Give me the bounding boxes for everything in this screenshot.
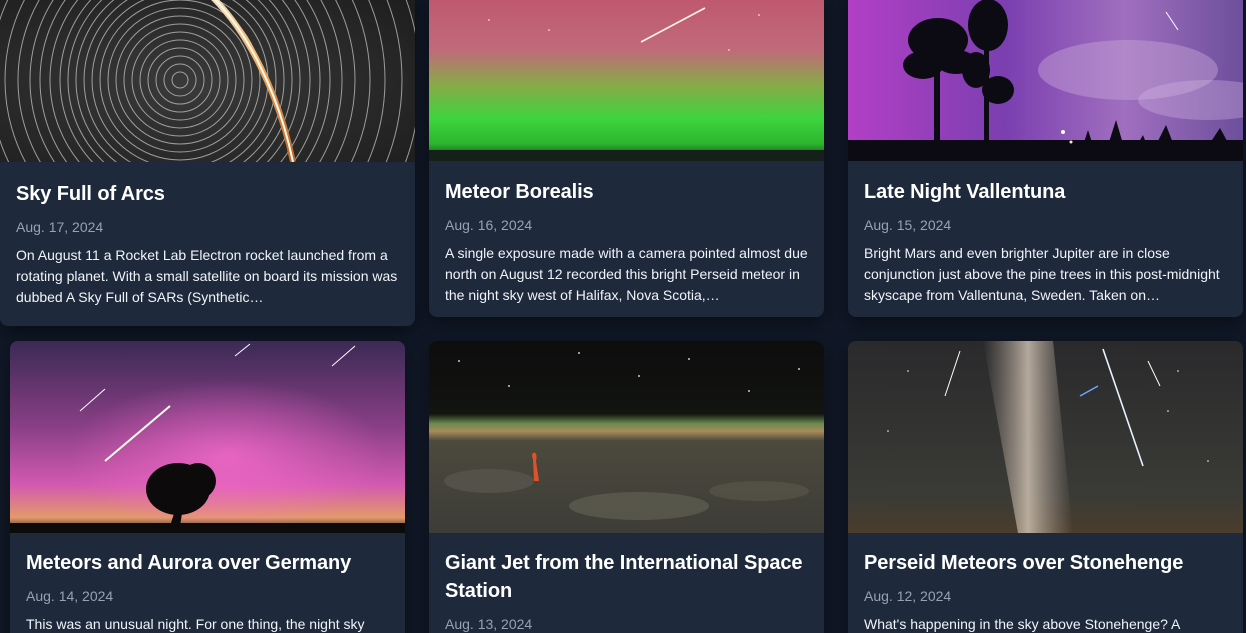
card-date: Aug. 15, 2024 (864, 217, 952, 233)
apod-gallery: Sky Full of Arcs Aug. 17, 2024 On August… (0, 0, 1246, 633)
card-description: On August 11 a Rocket Lab Electron rocke… (16, 247, 398, 305)
pine-silhouette-night-image[interactable] (848, 0, 1243, 161)
gallery-card[interactable]: Perseid Meteors over Stonehenge Aug. 12,… (848, 341, 1243, 633)
card-date: Aug. 13, 2024 (445, 616, 533, 632)
card-description: Bright Mars and even brighter Jupiter ar… (864, 245, 1220, 303)
card-date: Aug. 17, 2024 (16, 219, 104, 235)
card-description: This was an unusual night. For one thing… (26, 616, 365, 632)
card-title[interactable]: Meteors and Aurora over Germany (26, 549, 393, 577)
card-date: Aug. 14, 2024 (26, 588, 114, 604)
meteor-aurora-image[interactable] (429, 0, 824, 161)
card-title[interactable]: Meteor Borealis (445, 178, 812, 206)
gallery-card[interactable]: Sky Full of Arcs Aug. 17, 2024 On August… (0, 0, 415, 326)
card-title[interactable]: Giant Jet from the International Space S… (445, 549, 812, 605)
star-trails-image[interactable] (0, 0, 415, 162)
milky-way-meteors-image[interactable] (848, 341, 1243, 533)
gallery-card[interactable]: Meteors and Aurora over Germany Aug. 14,… (10, 341, 405, 633)
card-date: Aug. 12, 2024 (864, 588, 952, 604)
card-description: A single exposure made with a camera poi… (445, 245, 808, 303)
gallery-card[interactable]: Late Night Vallentuna Aug. 15, 2024 Brig… (848, 0, 1243, 317)
gallery-card[interactable]: Meteor Borealis Aug. 16, 2024 A single e… (429, 0, 824, 317)
card-title[interactable]: Late Night Vallentuna (864, 178, 1231, 206)
earth-limb-sprite-image[interactable] (429, 341, 824, 533)
card-description: What's happening in the sky above Stoneh… (864, 616, 1181, 632)
card-title[interactable]: Sky Full of Arcs (16, 180, 403, 208)
gallery-card[interactable]: Giant Jet from the International Space S… (429, 341, 824, 633)
aurora-meteors-tree-image[interactable] (10, 341, 405, 533)
card-date: Aug. 16, 2024 (445, 217, 533, 233)
card-title[interactable]: Perseid Meteors over Stonehenge (864, 549, 1231, 577)
